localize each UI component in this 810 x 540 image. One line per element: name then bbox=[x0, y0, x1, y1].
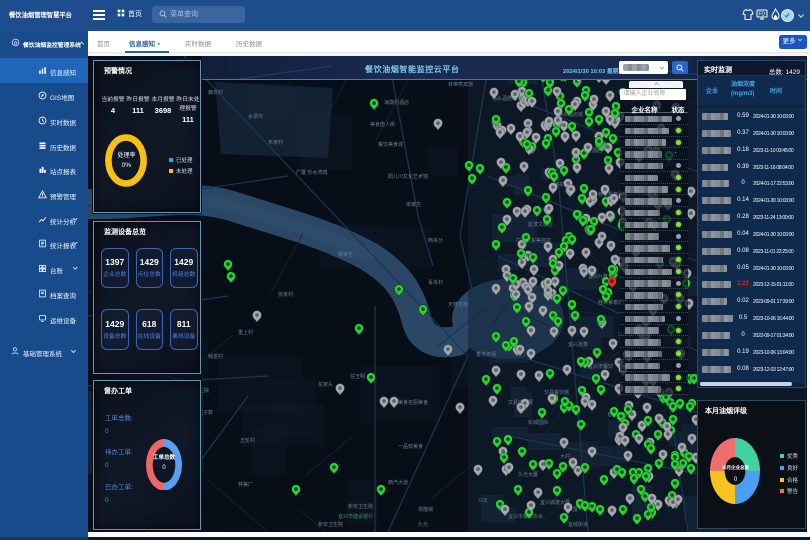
svg-text:花家头: 花家头 bbox=[318, 381, 333, 388]
svg-text:西舟分: 西舟分 bbox=[428, 237, 443, 244]
svg-text:侯家生: 侯家生 bbox=[338, 251, 353, 258]
svg-text:翰墨村: 翰墨村 bbox=[208, 353, 223, 360]
svg-text:静安村: 静安村 bbox=[208, 89, 223, 96]
svg-text:西汽大道: 西汽大道 bbox=[388, 479, 408, 486]
svg-text:美食唐人街: 美食唐人街 bbox=[370, 121, 395, 128]
svg-text:海灏村酒店: 海灏村酒店 bbox=[384, 99, 409, 106]
svg-text:久光: 久光 bbox=[418, 521, 428, 528]
svg-text:宜兴市建设银行: 宜兴市建设银行 bbox=[338, 513, 373, 520]
svg-text:众友: 众友 bbox=[478, 497, 488, 504]
svg-text:青舟村: 青舟村 bbox=[428, 279, 443, 286]
svg-text:林带燕宾馆: 林带燕宾馆 bbox=[448, 81, 473, 88]
svg-text:林美厂: 林美厂 bbox=[238, 481, 253, 488]
svg-text:水漫沟: 水漫沟 bbox=[248, 113, 263, 120]
svg-text:五轮村: 五轮村 bbox=[240, 437, 255, 444]
svg-text:张家村: 张家村 bbox=[278, 291, 293, 298]
svg-text:阳儿川文化艺术馆: 阳儿川文化艺术馆 bbox=[388, 173, 428, 180]
svg-text:朱家村: 朱家村 bbox=[268, 139, 283, 146]
svg-text:悦隆城: 悦隆城 bbox=[418, 506, 433, 513]
svg-text:大村: 大村 bbox=[560, 453, 570, 460]
svg-text:任玉明: 任玉明 bbox=[350, 373, 365, 380]
svg-text:重上村: 重上村 bbox=[238, 329, 253, 336]
svg-text:新安卫生院: 新安卫生院 bbox=[318, 521, 343, 528]
svg-text:广厦 乐水湾城: 广厦 乐水湾城 bbox=[296, 169, 327, 176]
svg-text:天枝花苑: 天枝花苑 bbox=[448, 301, 468, 308]
svg-text:宜兴嘉泰: 宜兴嘉泰 bbox=[568, 341, 588, 348]
svg-text:宜城街道: 宜城街道 bbox=[568, 521, 588, 528]
svg-text:美食名厨美食: 美食名厨美食 bbox=[398, 399, 428, 406]
svg-text:依家生: 依家生 bbox=[406, 201, 421, 208]
svg-text:餐饮美食城: 餐饮美食城 bbox=[378, 141, 403, 148]
svg-text:一品鲜美食: 一品鲜美食 bbox=[398, 443, 423, 450]
svg-text:香洪天场: 香洪天场 bbox=[476, 351, 496, 358]
svg-text:FD: FD bbox=[759, 12, 766, 18]
svg-text:新安卫生院: 新安卫生院 bbox=[348, 503, 373, 510]
svg-text:松城国际: 松城国际 bbox=[528, 419, 548, 426]
svg-text:久光大厦: 久光大厦 bbox=[518, 471, 538, 478]
